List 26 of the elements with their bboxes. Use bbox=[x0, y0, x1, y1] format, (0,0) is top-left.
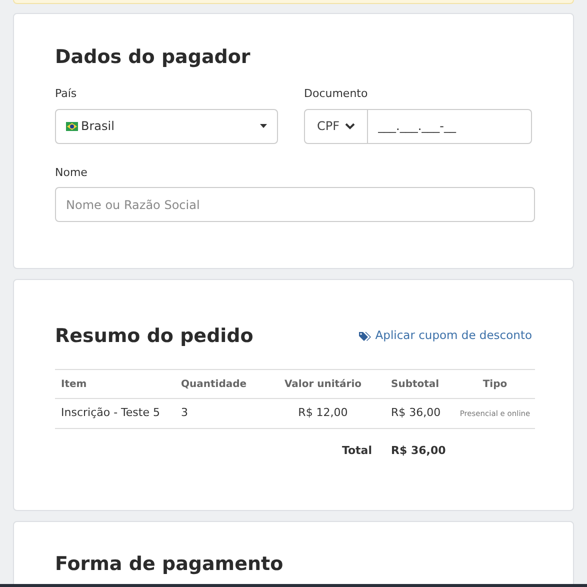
column-header: Quantidade bbox=[181, 370, 261, 398]
column-header: Item bbox=[55, 370, 181, 398]
table-cell: Inscrição - Teste 5 bbox=[55, 398, 181, 428]
table-cell: R$ 36,00 bbox=[385, 398, 455, 428]
total-label: Total bbox=[261, 428, 385, 474]
document-field[interactable]: ___.___.___-__ bbox=[368, 108, 532, 144]
name-field[interactable]: Nome ou Razão Social bbox=[55, 187, 535, 222]
column-header: Subtotal bbox=[385, 370, 455, 398]
section-title: Resumo do pedido bbox=[55, 324, 254, 348]
caret-icon bbox=[260, 124, 267, 128]
field-label: Nome bbox=[55, 164, 88, 180]
field-label: País bbox=[55, 86, 78, 102]
field-label: Documento bbox=[304, 86, 369, 102]
column-header: Valor unitário bbox=[261, 370, 385, 398]
total-value: R$ 36,00 bbox=[385, 428, 455, 474]
document-type-select[interactable]: CPF bbox=[304, 108, 368, 144]
column-header: Tipo bbox=[455, 370, 535, 398]
tags-icon bbox=[359, 330, 372, 342]
flag-icon bbox=[66, 122, 78, 130]
table-cell: R$ 12,00 bbox=[261, 398, 385, 428]
section-title: Forma de pagamento bbox=[55, 552, 284, 576]
coupon-link[interactable]: Aplicar cupom de desconto bbox=[359, 327, 532, 345]
chevron-down-icon bbox=[345, 122, 355, 130]
table-cell: 3 bbox=[181, 398, 261, 428]
section-title: Dados do pagador bbox=[55, 45, 252, 69]
country-select[interactable]: Brasil bbox=[55, 108, 278, 144]
